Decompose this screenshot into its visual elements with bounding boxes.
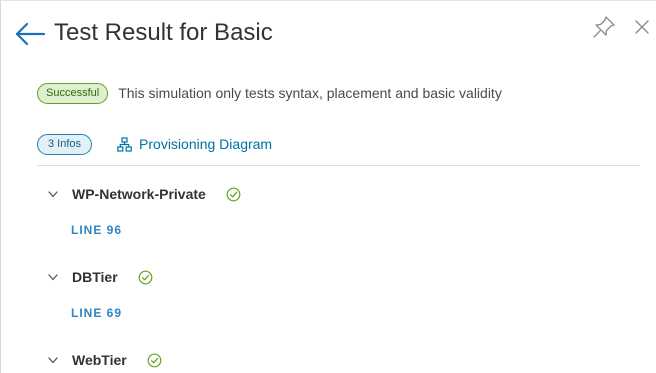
- page-title: Test Result for Basic: [54, 19, 273, 46]
- info-row: 3 Infos Provisioning Diagram: [37, 132, 272, 156]
- pin-icon: [593, 16, 615, 38]
- chevron-down-icon[interactable]: [47, 354, 59, 366]
- status-row: Successful This simulation only tests sy…: [37, 81, 502, 105]
- check-circle-icon: [147, 353, 162, 367]
- divider: [37, 165, 640, 166]
- test-result-panel: Test Result for Basic Successful This si…: [0, 0, 656, 373]
- panel-header: Test Result for Basic: [1, 1, 656, 65]
- chevron-down-icon[interactable]: [47, 271, 59, 283]
- resource-item-webtier: WebTier: [47, 349, 162, 371]
- resource-name: DBTier: [72, 269, 118, 285]
- check-circle-icon: [226, 187, 241, 201]
- close-button[interactable]: [631, 14, 655, 40]
- resource-item-wp-network-private: WP-Network-Private: [47, 183, 241, 205]
- resource-name: WP-Network-Private: [72, 186, 206, 202]
- back-button[interactable]: [13, 19, 47, 49]
- line-link[interactable]: LINE 69: [71, 306, 122, 320]
- chevron-down-icon[interactable]: [47, 188, 59, 200]
- status-badge: Successful: [37, 82, 109, 104]
- pin-button[interactable]: [591, 14, 617, 40]
- network-diagram-icon: [117, 136, 132, 152]
- provisioning-diagram-label: Provisioning Diagram: [139, 136, 273, 152]
- resource-name: WebTier: [72, 352, 127, 368]
- infos-badge[interactable]: 3 Infos: [37, 133, 93, 155]
- arrow-left-icon: [15, 22, 46, 46]
- status-message: This simulation only tests syntax, place…: [118, 85, 502, 101]
- close-icon: [635, 20, 649, 34]
- line-link[interactable]: LINE 96: [71, 223, 122, 237]
- resource-item-dbtier: DBTier: [47, 266, 153, 288]
- check-circle-icon: [138, 270, 153, 284]
- provisioning-diagram-link[interactable]: Provisioning Diagram: [117, 136, 272, 152]
